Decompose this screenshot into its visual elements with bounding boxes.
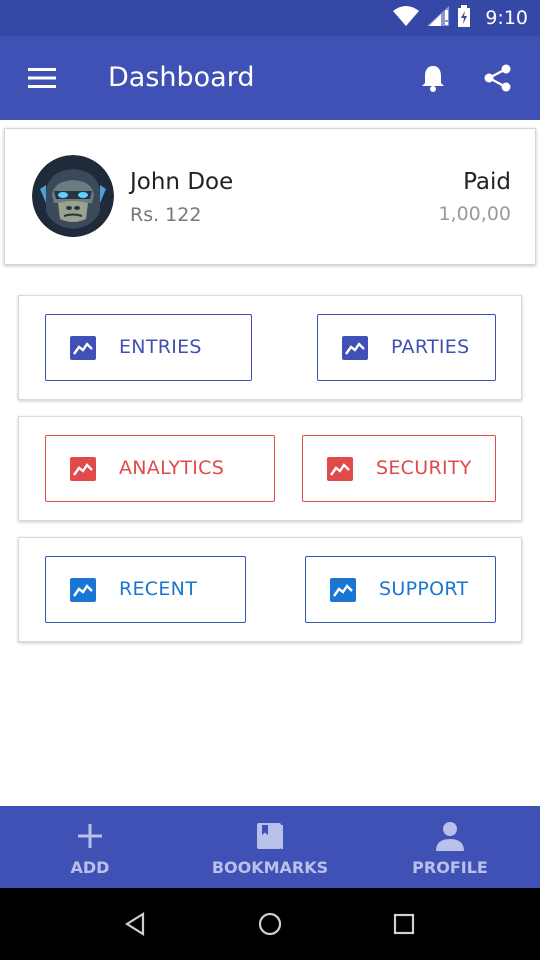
security-button[interactable]: SECURITY: [302, 435, 496, 502]
entries-button[interactable]: ENTRIES: [45, 314, 252, 381]
status-icons: 9:10: [393, 0, 528, 36]
battery-icon: [457, 5, 471, 31]
nav-item-add[interactable]: ADD: [0, 806, 180, 888]
payment-status: Paid: [463, 169, 511, 195]
payment-value: 1,00,00: [438, 203, 511, 225]
parties-label: PARTIES: [391, 336, 470, 358]
recent-button[interactable]: RECENT: [45, 556, 246, 623]
support-label: SUPPORT: [379, 578, 469, 600]
nav-item-bookmarks[interactable]: BOOKMARKS: [180, 806, 360, 888]
parties-button[interactable]: PARTIES: [317, 314, 496, 381]
security-label: SECURITY: [376, 457, 472, 479]
book-icon: [256, 820, 284, 852]
signal-icon: [427, 6, 450, 30]
page-title: Dashboard: [108, 62, 255, 93]
share-icon[interactable]: [480, 60, 516, 96]
status-time: 9:10: [485, 7, 528, 29]
recent-label: RECENT: [119, 578, 198, 600]
trending-chart-icon: [330, 578, 356, 602]
profile-card[interactable]: John Doe Rs. 122 Paid 1,00,00: [4, 128, 536, 265]
nav-item-profile[interactable]: PROFILE: [360, 806, 540, 888]
app-bar: Dashboard: [0, 36, 540, 120]
action-card-row-3: RECENT SUPPORT: [18, 537, 522, 642]
user-amount: Rs. 122: [130, 204, 202, 226]
home-icon[interactable]: [256, 910, 284, 938]
wifi-icon: [393, 6, 420, 30]
trending-chart-icon: [70, 457, 96, 481]
trending-chart-icon: [70, 336, 96, 360]
nav-label-bookmarks: BOOKMARKS: [211, 858, 329, 877]
system-navigation-bar: [0, 888, 540, 960]
user-name: John Doe: [130, 169, 234, 195]
trending-chart-icon: [70, 578, 96, 602]
bottom-navigation: ADD BOOKMARKS PROFILE: [0, 806, 540, 888]
bell-icon[interactable]: [416, 60, 450, 96]
person-icon: [435, 820, 465, 852]
support-button[interactable]: SUPPORT: [305, 556, 496, 623]
menu-icon[interactable]: [24, 60, 60, 96]
back-icon[interactable]: [121, 910, 149, 938]
nav-label-add: ADD: [70, 858, 110, 877]
trending-chart-icon: [327, 457, 353, 481]
plus-icon: [77, 820, 103, 852]
analytics-label: ANALYTICS: [119, 457, 225, 479]
action-card-row-1: ENTRIES PARTIES: [18, 295, 522, 400]
analytics-button[interactable]: ANALYTICS: [45, 435, 275, 502]
avatar: [32, 155, 114, 237]
trending-chart-icon: [342, 336, 368, 360]
entries-label: ENTRIES: [119, 336, 202, 358]
status-bar: 9:10: [0, 0, 540, 36]
action-card-row-2: ANALYTICS SECURITY: [18, 416, 522, 521]
nav-label-profile: PROFILE: [412, 858, 488, 877]
recents-icon[interactable]: [390, 910, 418, 938]
